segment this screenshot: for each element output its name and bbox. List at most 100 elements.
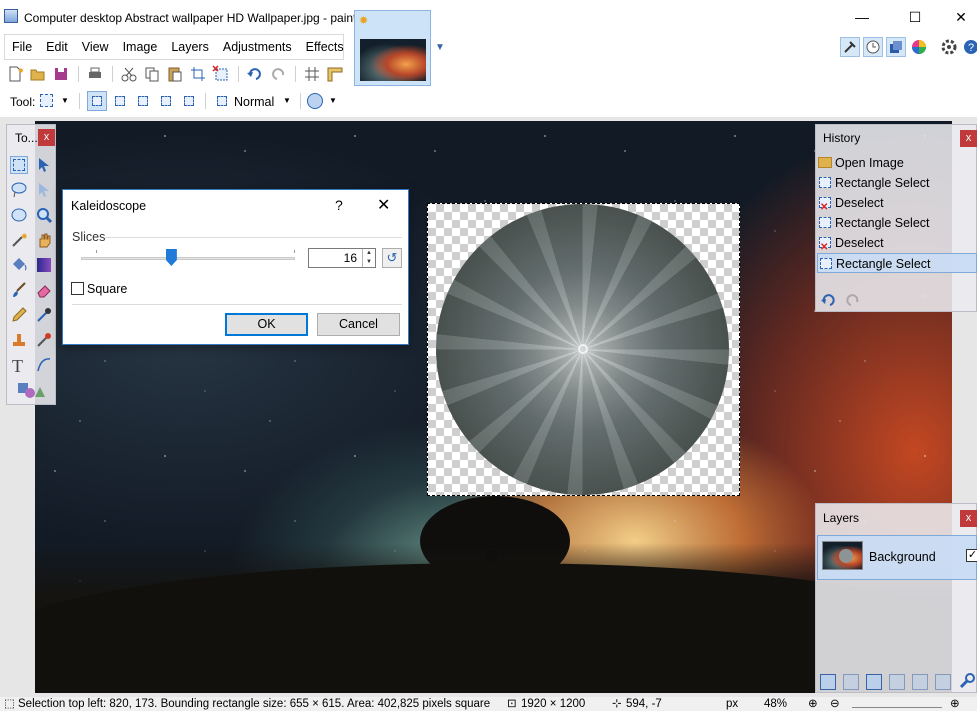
antialiasing-chevron-icon[interactable]: ▼ — [329, 96, 337, 105]
move-selected-tool-icon[interactable] — [35, 156, 53, 174]
menu-image[interactable]: Image — [116, 35, 165, 59]
ellipse-select-tool-icon[interactable] — [10, 206, 28, 224]
units-dropdown[interactable]: px — [726, 697, 738, 711]
delete-layer-icon[interactable] — [843, 674, 859, 690]
zoom-slider[interactable] — [852, 707, 942, 708]
selection-mode-invert[interactable] — [179, 91, 199, 111]
history-window-toggle-icon[interactable] — [863, 37, 883, 57]
menu-view[interactable]: View — [75, 35, 116, 59]
history-redo-icon[interactable] — [843, 293, 861, 310]
add-layer-icon[interactable] — [820, 674, 836, 690]
selection-mode-union[interactable] — [110, 91, 130, 111]
selection-mode-intersect[interactable] — [156, 91, 176, 111]
magic-wand-tool-icon[interactable]: ✹ — [10, 231, 28, 249]
settings-gear-icon[interactable] — [939, 37, 959, 57]
selection-mode-replace[interactable] — [87, 91, 107, 111]
copy-icon[interactable] — [143, 65, 161, 83]
move-layer-up-icon[interactable] — [912, 674, 928, 690]
move-layer-down-icon[interactable] — [935, 674, 951, 690]
tools-window-toggle-icon[interactable] — [840, 37, 860, 57]
layer-visibility-checkbox[interactable]: ✓ — [966, 549, 977, 562]
zoom-tool-icon[interactable] — [35, 206, 53, 224]
help-icon[interactable]: ? — [961, 37, 977, 57]
eraser-tool-icon[interactable] — [35, 281, 53, 299]
move-selection-tool-icon[interactable] — [35, 181, 53, 199]
lasso-select-tool-icon[interactable] — [10, 181, 28, 199]
history-item-label: Rectangle Select — [836, 257, 931, 271]
tab-list-chevron-icon[interactable]: ▼ — [435, 42, 445, 53]
menu-edit[interactable]: Edit — [39, 35, 75, 59]
layer-properties-icon[interactable] — [958, 672, 976, 693]
kaleidoscope-center-handle[interactable] — [578, 344, 588, 354]
grid-icon[interactable] — [303, 65, 321, 83]
dialog-help-button[interactable]: ? — [335, 197, 343, 213]
zoom-level[interactable]: 48% — [764, 697, 787, 711]
clone-stamp-tool-icon[interactable] — [10, 331, 28, 349]
duplicate-layer-icon[interactable] — [866, 674, 882, 690]
pan-tool-icon[interactable] — [35, 231, 53, 249]
menu-layers[interactable]: Layers — [164, 35, 216, 59]
square-checkbox[interactable] — [71, 282, 84, 295]
current-tool-selector[interactable] — [37, 91, 57, 111]
history-item-selected[interactable]: Rectangle Select — [817, 253, 977, 273]
colors-window-toggle-icon[interactable] — [909, 37, 929, 57]
slices-group-line — [105, 237, 402, 238]
ok-button[interactable]: OK — [225, 313, 308, 336]
cancel-button[interactable]: Cancel — [317, 313, 400, 336]
color-picker-tool-icon[interactable] — [35, 306, 53, 324]
blend-mode-chevron-icon[interactable]: ▼ — [283, 96, 291, 105]
shapes-tool-icon[interactable] — [17, 381, 45, 399]
layers-panel-close-button[interactable]: x — [960, 510, 977, 527]
history-item[interactable]: ✕ Deselect — [817, 233, 977, 253]
history-item[interactable]: ✕ Deselect — [817, 193, 977, 213]
title-bar: Computer desktop Abstract wallpaper HD W… — [0, 0, 977, 34]
selection-mode-exclude[interactable] — [133, 91, 153, 111]
cut-icon[interactable] — [120, 65, 138, 83]
minimize-button[interactable]: — — [847, 6, 877, 28]
layers-window-toggle-icon[interactable] — [886, 37, 906, 57]
tools-panel-close-button[interactable]: x — [38, 129, 55, 146]
new-file-icon[interactable]: ✹ — [6, 65, 24, 83]
history-item[interactable]: Open Image — [817, 153, 977, 173]
layer-row-background[interactable]: Background ✓ — [817, 535, 977, 580]
deselect-icon[interactable] — [212, 65, 230, 83]
blend-mode-dropdown[interactable]: Normal — [234, 95, 274, 109]
dialog-close-button[interactable]: ✕ — [377, 195, 390, 215]
paintbrush-tool-icon[interactable] — [10, 281, 28, 299]
menu-adjustments[interactable]: Adjustments — [216, 35, 299, 59]
gradient-tool-icon[interactable] — [35, 256, 53, 274]
history-item[interactable]: Rectangle Select — [817, 173, 977, 193]
print-icon[interactable] — [86, 65, 104, 83]
rectangle-select-tool-icon[interactable] — [10, 156, 28, 174]
tool-label: Tool: — [10, 95, 36, 109]
slices-slider-thumb[interactable] — [165, 249, 177, 266]
menu-effects[interactable]: Effects — [299, 35, 351, 59]
text-tool-icon[interactable]: T — [10, 356, 28, 376]
paint-bucket-tool-icon[interactable] — [10, 256, 28, 274]
open-file-icon[interactable] — [29, 65, 47, 83]
history-panel-close-button[interactable]: x — [960, 130, 977, 147]
menu-file[interactable]: File — [5, 35, 39, 59]
merge-layer-down-icon[interactable] — [889, 674, 905, 690]
zoom-in-icon[interactable]: ⊕ — [808, 697, 818, 711]
line-curve-tool-icon[interactable] — [35, 356, 53, 374]
history-item[interactable]: Rectangle Select — [817, 213, 977, 233]
slices-slider-track[interactable] — [81, 257, 295, 260]
history-undo-icon[interactable] — [820, 293, 838, 310]
undo-icon[interactable] — [246, 65, 264, 83]
redo-icon[interactable] — [269, 65, 287, 83]
save-icon[interactable] — [52, 65, 70, 83]
recolor-tool-icon[interactable] — [35, 331, 53, 349]
paste-icon[interactable] — [166, 65, 184, 83]
ruler-icon[interactable] — [326, 65, 344, 83]
crop-to-selection-icon[interactable] — [189, 65, 207, 83]
pencil-tool-icon[interactable] — [10, 306, 28, 324]
antialiasing-icon[interactable] — [307, 93, 323, 109]
close-window-button[interactable]: ✕ — [946, 6, 976, 28]
tool-dropdown-chevron-icon[interactable]: ▼ — [61, 96, 69, 105]
zoom-in-plus-icon[interactable]: ⊕ — [950, 697, 960, 711]
slices-spinner[interactable]: ▲ ▼ — [362, 249, 375, 267]
reset-slices-button[interactable]: ↺ — [382, 248, 402, 268]
maximize-button[interactable]: ☐ — [900, 6, 930, 28]
zoom-out-icon[interactable]: ⊖ — [830, 697, 840, 711]
